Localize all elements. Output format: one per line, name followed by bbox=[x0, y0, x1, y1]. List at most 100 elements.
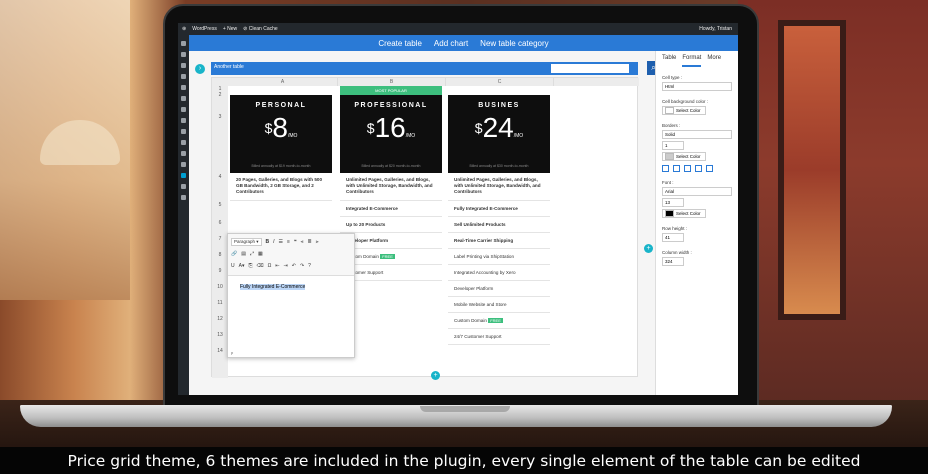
plan-card[interactable]: PROFESSIONAL $16/MO Billed annually at $… bbox=[340, 95, 442, 173]
editor-body[interactable]: Fully Integrated E-Commerce bbox=[228, 276, 354, 298]
wordpress-icon[interactable]: ⊛ bbox=[182, 26, 186, 32]
column-header-b[interactable]: B bbox=[338, 78, 446, 86]
row-header[interactable]: 11 bbox=[212, 300, 228, 306]
comments-icon[interactable] bbox=[181, 85, 186, 90]
plan-feature[interactable]: Label Printing via ShipStation bbox=[448, 249, 550, 265]
new-table-category-link[interactable]: New table category bbox=[480, 39, 548, 48]
row-header[interactable]: 12 bbox=[212, 316, 228, 322]
cache-icon[interactable] bbox=[181, 162, 186, 167]
help-icon[interactable]: ? bbox=[308, 263, 311, 269]
align-left-icon[interactable]: ⫷ bbox=[301, 239, 304, 245]
plan-feature[interactable]: Sell Unlimited Products bbox=[448, 217, 550, 233]
plugin-settings-icon[interactable] bbox=[181, 184, 186, 189]
row-header[interactable]: 3 bbox=[212, 114, 228, 120]
column-header-c[interactable]: C bbox=[446, 78, 554, 86]
plan-feature[interactable]: Developer Platform bbox=[448, 281, 550, 297]
admin-bar-clean-cache[interactable]: ⊘ Clean Cache bbox=[243, 26, 278, 32]
border-outer-icon[interactable] bbox=[673, 165, 680, 172]
table-name[interactable]: Another table bbox=[214, 64, 244, 70]
italic-icon[interactable]: I bbox=[273, 239, 274, 245]
collapse-menu-icon[interactable] bbox=[181, 195, 186, 200]
bold-icon[interactable]: B bbox=[266, 239, 270, 245]
border-inner-icon[interactable] bbox=[684, 165, 691, 172]
editor-selected-text[interactable]: Fully Integrated E-Commerce bbox=[240, 284, 306, 290]
row-header[interactable]: 10 bbox=[212, 284, 228, 290]
indent-icon[interactable]: ⇥ bbox=[284, 263, 288, 269]
tools-icon[interactable] bbox=[181, 129, 186, 134]
row-header[interactable]: 6 bbox=[212, 220, 228, 226]
align-center-icon[interactable]: ≣ bbox=[307, 239, 311, 245]
create-table-link[interactable]: Create table bbox=[378, 39, 422, 48]
list-number-icon[interactable]: ≡ bbox=[287, 239, 290, 245]
gallery-icon[interactable] bbox=[181, 151, 186, 156]
plugins-icon[interactable] bbox=[181, 107, 186, 112]
text-color-icon[interactable]: A▾ bbox=[239, 263, 245, 269]
users-icon[interactable] bbox=[181, 118, 186, 123]
border-bottom-icon[interactable] bbox=[706, 165, 713, 172]
quote-icon[interactable]: ❝ bbox=[294, 239, 297, 245]
expand-sidebar-icon[interactable]: › bbox=[195, 64, 205, 74]
admin-bar-new[interactable]: + New bbox=[223, 26, 237, 32]
posts-icon[interactable] bbox=[181, 52, 186, 57]
row-header[interactable]: 13 bbox=[212, 332, 228, 338]
row-height-input[interactable]: 41 bbox=[662, 233, 684, 242]
cell-bg-color-button[interactable]: Select Color bbox=[662, 106, 706, 115]
plan-description[interactable]: Unlimited Pages, Galleries, and Blogs, w… bbox=[340, 173, 442, 201]
plan-feature[interactable]: Real-Time Carrier Shipping bbox=[448, 233, 550, 249]
special-char-icon[interactable]: Ω bbox=[268, 263, 272, 269]
plan-feature[interactable]: Fully Integrated E-Commerce bbox=[448, 201, 550, 217]
plan-card[interactable]: PERSONAL $8/MO Billed annually at $19 mo… bbox=[230, 95, 332, 173]
border-color-button[interactable]: Select Color bbox=[662, 152, 706, 161]
toolbar-toggle-icon[interactable]: ▦ bbox=[258, 251, 263, 257]
appearance-icon[interactable] bbox=[181, 96, 186, 101]
more-icon[interactable]: ▤ bbox=[241, 251, 246, 257]
font-color-button[interactable]: Select Color bbox=[662, 209, 706, 218]
row-header[interactable]: 8 bbox=[212, 252, 228, 258]
tab-format[interactable]: Format bbox=[682, 55, 702, 67]
search-input[interactable] bbox=[551, 64, 629, 73]
tab-more[interactable]: More bbox=[707, 55, 721, 67]
column-header-a[interactable]: A bbox=[228, 78, 338, 86]
tables-icon[interactable] bbox=[181, 173, 186, 178]
cell-type-select[interactable]: Html bbox=[662, 82, 732, 91]
tab-table[interactable]: Table bbox=[662, 55, 676, 67]
plan-feature[interactable]: Developer Platform bbox=[340, 233, 442, 249]
row-header[interactable]: 9 bbox=[212, 268, 228, 274]
plan-feature[interactable]: Integrated E-Commerce bbox=[340, 201, 442, 217]
link-icon[interactable]: 🔗 bbox=[231, 251, 237, 257]
align-right-icon[interactable]: ⫸ bbox=[316, 239, 319, 245]
plan-feature[interactable]: Custom Domain FREE bbox=[448, 313, 550, 329]
plan-description[interactable]: 20 Pages, Galleries, and Blogs with 500 … bbox=[230, 173, 332, 201]
border-all-icon[interactable] bbox=[662, 165, 669, 172]
font-select[interactable]: Arial bbox=[662, 187, 732, 196]
row-header[interactable]: 14 bbox=[212, 348, 228, 354]
add-row-icon[interactable]: + bbox=[431, 371, 440, 380]
dashboard-icon[interactable] bbox=[181, 41, 186, 46]
plan-feature[interactable]: Integrated Accounting by Xero bbox=[448, 265, 550, 281]
paste-text-icon[interactable]: ⎘ bbox=[248, 263, 252, 269]
row-header[interactable]: 5 bbox=[212, 202, 228, 208]
add-chart-link[interactable]: Add chart bbox=[434, 39, 468, 48]
border-top-icon[interactable] bbox=[695, 165, 702, 172]
list-bullet-icon[interactable]: ☰ bbox=[279, 239, 283, 245]
underline-icon[interactable]: U bbox=[231, 263, 235, 269]
column-width-input[interactable]: 324 bbox=[662, 257, 684, 266]
plan-feature[interactable]: Custom Domain FREE bbox=[340, 249, 442, 265]
pages-icon[interactable] bbox=[181, 74, 186, 79]
plan-card[interactable]: BUSINES $24/MO Billed annually at $30 mo… bbox=[448, 95, 550, 173]
plan-feature[interactable]: 24/7 Customer Support bbox=[448, 329, 550, 345]
format-select[interactable]: Paragraph ▾ bbox=[231, 238, 262, 246]
borders-select[interactable]: Solid bbox=[662, 130, 732, 139]
clear-format-icon[interactable]: ⌫ bbox=[257, 263, 264, 269]
admin-bar-site[interactable]: WordPress bbox=[192, 26, 217, 32]
row-header[interactable]: 7 bbox=[212, 236, 228, 242]
font-size-input[interactable]: 13 bbox=[662, 198, 684, 207]
fullscreen-icon[interactable]: ⤢ bbox=[250, 251, 254, 257]
add-column-icon[interactable]: + bbox=[644, 244, 653, 253]
undo-icon[interactable]: ↶ bbox=[292, 263, 296, 269]
row-header[interactable]: 4 bbox=[212, 174, 228, 180]
settings-icon[interactable] bbox=[181, 140, 186, 145]
plan-description[interactable]: Unlimited Pages, Galleries, and Blogs, w… bbox=[448, 173, 550, 201]
admin-bar-greeting[interactable]: Howdy, Tristan bbox=[699, 26, 732, 32]
plan-feature[interactable]: Customer Support bbox=[340, 265, 442, 281]
